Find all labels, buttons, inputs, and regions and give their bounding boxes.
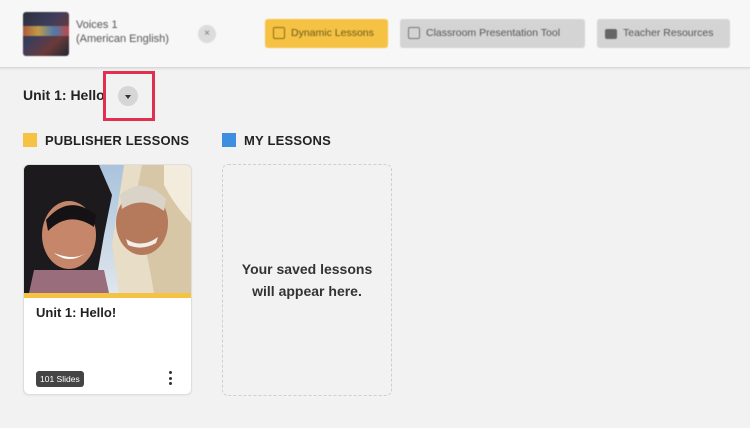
my-lessons-label: MY LESSONS <box>244 133 332 148</box>
lesson-card-image <box>24 165 191 293</box>
empty-state-message: Your saved lessons will appear here. <box>237 258 377 302</box>
nav-teacher-resources-label: Teacher Resources <box>623 27 714 39</box>
book-title-name: Voices 1 <box>76 19 118 31</box>
nav-dynamic-lessons-label: Dynamic Lessons <box>291 27 374 39</box>
lesson-card-title: Unit 1: Hello! <box>36 305 117 320</box>
empty-state-line-2: will appear here. <box>252 283 362 299</box>
publisher-lessons-label: PUBLISHER LESSONS <box>45 133 190 148</box>
slides-count-badge: 101 Slides <box>36 371 84 387</box>
my-lessons-heading: MY LESSONS <box>222 133 331 148</box>
my-lessons-empty-state: Your saved lessons will appear here. <box>222 164 392 396</box>
nav-dynamic-lessons-button[interactable]: Dynamic Lessons <box>265 19 388 48</box>
more-options-icon[interactable] <box>162 369 178 387</box>
nav-classroom-presentation-label: Classroom Presentation Tool <box>426 27 561 39</box>
presentation-icon <box>408 27 420 39</box>
publisher-color-swatch <box>23 133 37 147</box>
highlight-annotation <box>103 71 155 121</box>
close-book-button[interactable]: × <box>198 25 216 43</box>
book-title-edition: (American English) <box>76 33 169 45</box>
briefcase-icon <box>605 29 617 39</box>
my-lessons-color-swatch <box>222 133 236 147</box>
book-cover-thumbnail[interactable] <box>23 12 69 56</box>
empty-state-line-1: Your saved lessons <box>241 261 373 277</box>
lesson-card-accent-stripe <box>24 293 191 298</box>
unit-selector-label: Unit 1: Hello <box>23 87 105 103</box>
book-title: Voices 1 (American English) <box>76 18 169 46</box>
nav-classroom-presentation-button[interactable]: Classroom Presentation Tool <box>400 19 585 48</box>
lesson-icon <box>273 27 285 39</box>
nav-teacher-resources-button[interactable]: Teacher Resources <box>597 19 730 48</box>
publisher-lessons-heading: PUBLISHER LESSONS <box>23 133 189 148</box>
top-bar: Voices 1 (American English) × Dynamic Le… <box>0 0 750 68</box>
lesson-card[interactable]: Unit 1: Hello! 101 Slides <box>23 164 192 395</box>
